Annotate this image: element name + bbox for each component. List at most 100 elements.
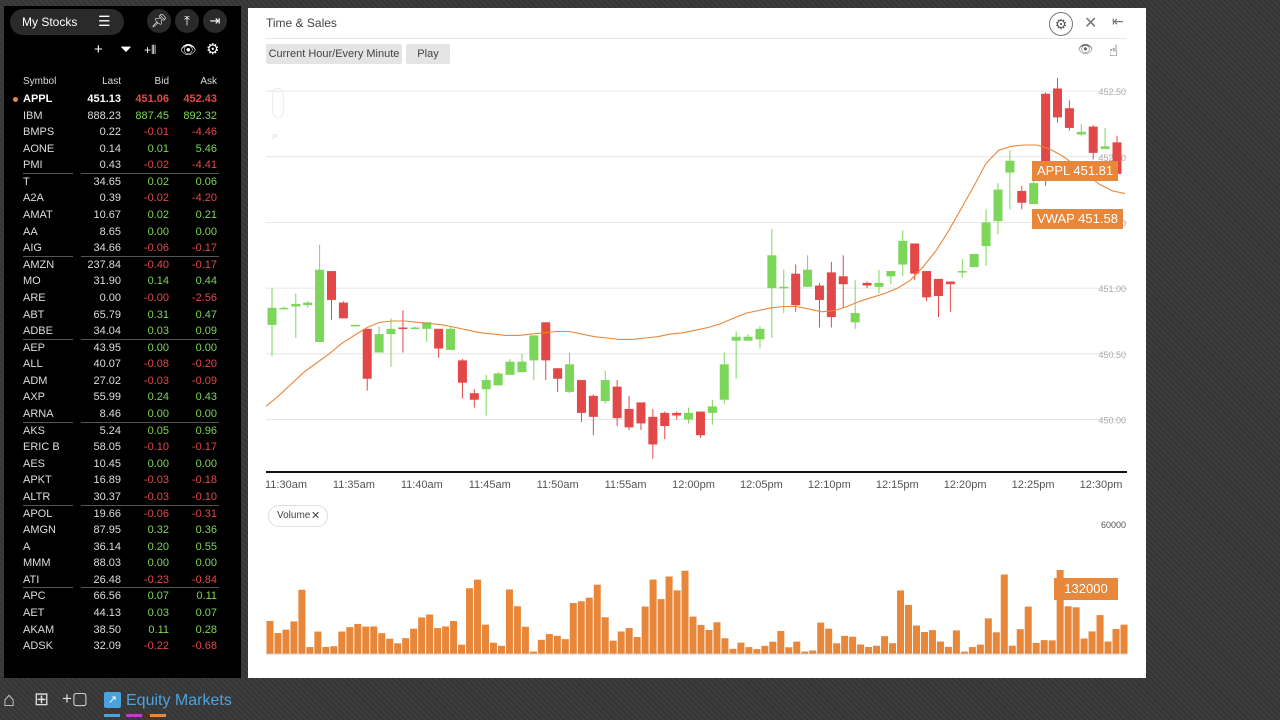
cell-symbol: T bbox=[23, 175, 30, 188]
candle-body bbox=[481, 380, 491, 390]
new-window-icon[interactable]: +▢ bbox=[62, 689, 88, 709]
cell-bid: 0.32 bbox=[147, 524, 169, 537]
watchlist-row[interactable]: ERIC B 58.05 -0.10 -0.17 bbox=[4, 439, 241, 456]
grid-icon[interactable]: ⊞ bbox=[34, 689, 49, 710]
watchlist-row[interactable]: A2A 0.39 -0.02 -4.20 bbox=[4, 190, 241, 207]
watchlist-row[interactable]: ARE 0.00 -0.00 -2.56 bbox=[4, 290, 241, 307]
pin-icon[interactable]: 📌︎ bbox=[147, 9, 171, 33]
candle-body bbox=[457, 360, 467, 383]
watchlist-row[interactable]: ARNA 8.46 0.00 0.00 bbox=[4, 406, 241, 423]
volume-indicator-chip[interactable]: Volume ✕ bbox=[268, 505, 328, 527]
home-icon[interactable]: ⌂ bbox=[3, 689, 15, 712]
watchlist-row[interactable]: AONE 0.14 0.01 5.46 bbox=[4, 141, 241, 158]
watchlist-row[interactable]: ADSK 32.09 -0.22 -0.68 bbox=[4, 638, 241, 655]
cell-ask: 0.07 bbox=[195, 606, 217, 619]
cell-symbol: A2A bbox=[23, 192, 44, 205]
volume-bar bbox=[641, 606, 649, 654]
cell-bid: -0.08 bbox=[143, 358, 169, 371]
watchlist-row[interactable]: AXP 55.99 0.24 0.43 bbox=[4, 389, 241, 406]
watchlist-row[interactable]: ADM 27.02 -0.03 -0.09 bbox=[4, 373, 241, 390]
candle-body bbox=[791, 273, 801, 306]
candle-body bbox=[743, 336, 753, 341]
volume-bar bbox=[905, 604, 913, 654]
watchlist-row[interactable]: APPL 451.13 451.06 452.43 bbox=[4, 91, 241, 108]
time-tick-label: 11:45am bbox=[469, 479, 511, 491]
cell-symbol: ARE bbox=[23, 291, 46, 304]
volume-bar bbox=[793, 641, 801, 654]
watchlist-row[interactable]: AMZN 237.84 -0.40 -0.17 bbox=[4, 257, 241, 274]
watchlist-row[interactable]: ALL 40.07 -0.08 -0.20 bbox=[4, 356, 241, 373]
cell-symbol: AKAM bbox=[23, 623, 55, 636]
watchlist-row[interactable]: ABT 65.79 0.31 0.47 bbox=[4, 307, 241, 324]
watchlist-row[interactable]: MMM 88.03 0.00 0.00 bbox=[4, 555, 241, 572]
filter-icon[interactable]: ⏷ bbox=[120, 40, 132, 60]
watchlist-row[interactable]: APKT 16.89 -0.03 -0.18 bbox=[4, 472, 241, 489]
settings-icon[interactable]: ⚙︎ bbox=[206, 40, 219, 60]
remove-indicator-icon[interactable]: ✕ bbox=[311, 506, 320, 526]
watchlist-selector[interactable]: My Stocks ☰ bbox=[10, 9, 124, 35]
candle-body bbox=[600, 380, 610, 402]
time-tick-label: 12:30pm bbox=[1080, 479, 1123, 491]
watchlist-row[interactable]: AA 8.65 0.00 0.00 bbox=[4, 224, 241, 241]
watchlist-row[interactable]: AKAM 38.50 0.11 0.28 bbox=[4, 622, 241, 639]
watchlist-row[interactable]: AEP 43.95 0.00 0.00 bbox=[4, 340, 241, 357]
watchlist-row[interactable]: IBM 888.23 887.45 892.32 bbox=[4, 108, 241, 125]
equity-markets-tab[interactable]: Equity Markets bbox=[126, 692, 232, 710]
watchlist-row[interactable]: ADBE 34.04 0.03 0.09 bbox=[4, 323, 241, 340]
column-bid[interactable]: Bid bbox=[155, 76, 169, 87]
volume-bar bbox=[1064, 606, 1072, 654]
volume-bar bbox=[354, 623, 362, 654]
cell-bid: -0.03 bbox=[143, 490, 169, 503]
watchlist-row[interactable]: AET 44.13 0.03 0.07 bbox=[4, 605, 241, 622]
watchlist-row[interactable]: BMPS 0.22 -0.01 -4.46 bbox=[4, 124, 241, 141]
cell-last: 36.14 bbox=[93, 540, 121, 553]
cell-bid: 0.05 bbox=[147, 424, 169, 437]
list-menu-icon[interactable]: ☰ bbox=[98, 13, 111, 30]
eye-icon[interactable]: 👁︎ bbox=[180, 40, 197, 60]
cell-symbol: ABT bbox=[23, 308, 45, 321]
watchlist-row[interactable]: A 36.14 0.20 0.55 bbox=[4, 539, 241, 556]
watchlist-row[interactable]: ALTR 30.37 -0.03 -0.10 bbox=[4, 489, 241, 506]
group-separator bbox=[81, 338, 129, 340]
volume-bar bbox=[849, 636, 857, 654]
volume-bar bbox=[609, 640, 617, 654]
cell-bid: -0.02 bbox=[143, 192, 169, 205]
watchlist-row[interactable]: MO 31.90 0.14 0.44 bbox=[4, 273, 241, 290]
selected-indicator-icon bbox=[13, 97, 18, 102]
watchlist-row[interactable]: AMAT 10.67 0.02 0.21 bbox=[4, 207, 241, 224]
watchlist-row[interactable]: PMI 0.43 -0.02 -4.41 bbox=[4, 157, 241, 174]
candle-body bbox=[279, 307, 289, 310]
add-icon[interactable]: + bbox=[94, 40, 103, 60]
volume-bar bbox=[497, 645, 505, 654]
group-separator bbox=[81, 172, 129, 174]
cell-symbol: ADSK bbox=[23, 640, 53, 653]
group-separator bbox=[129, 504, 177, 506]
watchlist-row[interactable]: APC 66.56 0.07 0.11 bbox=[4, 588, 241, 605]
chart-app-icon[interactable]: ↗ bbox=[104, 692, 121, 708]
cell-bid: 0.03 bbox=[147, 325, 169, 338]
volume-bar bbox=[769, 641, 777, 654]
watchlist-row[interactable]: T 34.65 0.02 0.06 bbox=[4, 174, 241, 191]
watchlist-row[interactable]: AIG 34.66 -0.06 -0.17 bbox=[4, 240, 241, 257]
time-tick-label: 11:30am bbox=[265, 479, 307, 491]
cell-last: 27.02 bbox=[93, 374, 121, 387]
watchlist-row[interactable]: AKS 5.24 0.05 0.96 bbox=[4, 423, 241, 440]
move-to-top-icon[interactable]: ⤒ bbox=[175, 9, 199, 33]
group-separator bbox=[23, 338, 73, 340]
volume-bar bbox=[889, 643, 897, 654]
cell-ask: 0.55 bbox=[195, 540, 217, 553]
watchlist-row[interactable]: ATI 26.48 -0.23 -0.84 bbox=[4, 572, 241, 589]
candle-body bbox=[350, 324, 360, 327]
volume-bar bbox=[777, 631, 785, 654]
column-symbol[interactable]: Symbol bbox=[23, 76, 56, 87]
candle-body bbox=[707, 406, 717, 413]
column-last[interactable]: Last bbox=[102, 76, 121, 87]
watchlist-row[interactable]: AES 10.45 0.00 0.00 bbox=[4, 456, 241, 473]
column-ask[interactable]: Ask bbox=[200, 76, 217, 87]
watchlist-row[interactable]: AMGN 87.95 0.32 0.36 bbox=[4, 522, 241, 539]
volume-bar bbox=[817, 622, 825, 654]
watchlist-row[interactable]: APOL 19.66 -0.06 -0.31 bbox=[4, 506, 241, 523]
add-columns-icon[interactable]: +⦀ bbox=[144, 40, 156, 60]
collapse-panel-icon[interactable]: ⇥ bbox=[203, 9, 227, 33]
group-separator bbox=[23, 255, 73, 257]
